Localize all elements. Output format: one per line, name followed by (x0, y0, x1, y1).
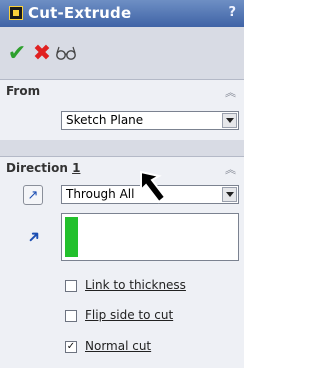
from-dropdown[interactable]: Sketch Plane (61, 111, 239, 130)
reverse-arrow-icon: ↗ (27, 187, 39, 203)
feature-icon (9, 6, 23, 20)
direction-group-header[interactable]: Direction 1 ︽ (0, 157, 244, 179)
from-group-header[interactable]: From ︽ (0, 80, 244, 102)
normal-cut-checkbox[interactable]: ✓ (65, 341, 77, 353)
selection-highlight (65, 217, 78, 257)
flip-side-label: Flip side to cut (85, 308, 174, 322)
mouse-pointer-icon (140, 170, 167, 204)
reverse-direction-button[interactable]: ↗ (23, 185, 43, 205)
window-title: Cut-Extrude (28, 4, 132, 22)
glasses-icon (56, 46, 76, 60)
from-group: From ︽ Sketch Plane (0, 79, 244, 140)
flip-side-checkbox[interactable] (65, 310, 77, 322)
help-icon[interactable]: ? (228, 5, 236, 20)
dropdown-arrow-icon[interactable] (222, 187, 237, 202)
checkmark-icon: ✔ (7, 40, 27, 66)
property-manager-panel: Cut-Extrude ? ✔ ✖ From ︽ Sketch Plane Di… (0, 0, 244, 368)
cancel-button[interactable]: ✖ (30, 40, 54, 66)
from-group-title: From (6, 84, 41, 98)
collapse-chevron-icon[interactable]: ︽ (225, 84, 236, 100)
from-dropdown-value: Sketch Plane (66, 113, 144, 127)
title-bar: Cut-Extrude ? (0, 0, 244, 27)
normal-cut-label: Normal cut (85, 339, 152, 353)
link-to-thickness-label: Link to thickness (85, 278, 186, 292)
direction-group-title: Direction 1 (6, 161, 81, 175)
detailed-preview-button[interactable] (54, 41, 78, 65)
collapse-chevron-icon[interactable]: ︽ (225, 161, 236, 177)
ok-button[interactable]: ✔ (5, 40, 29, 66)
link-to-thickness-checkbox[interactable] (65, 280, 77, 292)
direction-vector-icon: ➜ (22, 225, 46, 248)
direction-group: Direction 1 ︽ ↗ Through All ➜ Link to th… (0, 156, 244, 368)
dropdown-arrow-icon[interactable] (222, 113, 237, 128)
toolbar: ✔ ✖ (0, 27, 244, 79)
x-icon: ✖ (32, 40, 52, 66)
direction-selection-box[interactable] (61, 213, 239, 261)
end-condition-value: Through All (66, 187, 135, 201)
